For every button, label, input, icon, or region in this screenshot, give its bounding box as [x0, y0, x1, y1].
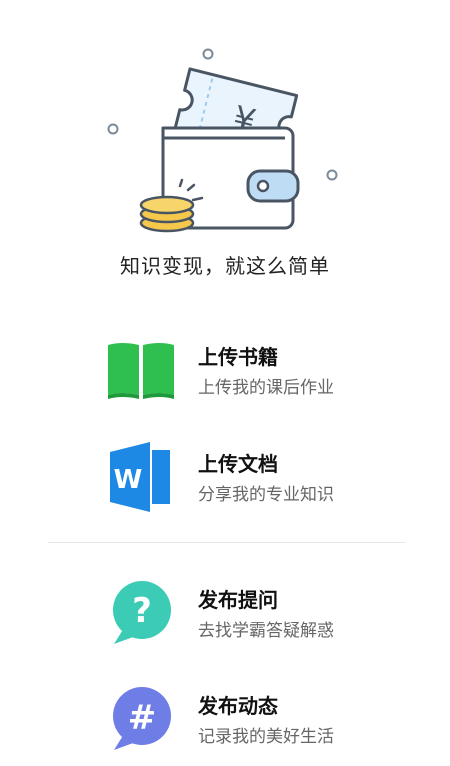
hero-illustration: ¥ 知识变现，就这么简单: [0, 0, 450, 290]
upload-document-subtitle: 分享我的专业知识: [198, 485, 334, 505]
wallet-illustration: ¥: [107, 48, 338, 233]
question-bubble-icon: ?: [106, 566, 176, 656]
decor-dot-icon: [107, 123, 119, 135]
post-update-title: 发布动态: [198, 694, 278, 718]
coin-stack-icon: [139, 195, 195, 233]
upload-book-button[interactable]: 上传书籍 上传我的课后作业: [0, 323, 450, 413]
hashtag-bubble-icon: #: [106, 672, 176, 762]
post-question-title: 发布提问: [198, 588, 278, 612]
upload-document-button[interactable]: W 上传文档 分享我的专业知识: [0, 430, 450, 520]
post-update-subtitle: 记录我的美好生活: [198, 727, 334, 747]
green-book-icon: [106, 323, 176, 413]
decor-dot-icon: [326, 169, 338, 181]
svg-text:#: #: [128, 698, 157, 738]
upload-document-title: 上传文档: [198, 452, 278, 476]
upload-book-subtitle: 上传我的课后作业: [198, 378, 334, 398]
section-divider: [48, 542, 406, 543]
post-question-subtitle: 去找学霸答疑解惑: [198, 621, 334, 641]
svg-text:?: ?: [132, 591, 152, 631]
post-update-button[interactable]: # 发布动态 记录我的美好生活: [0, 672, 450, 762]
decor-dot-icon: [202, 48, 214, 60]
svg-text:W: W: [114, 465, 143, 495]
word-document-icon: W: [106, 430, 176, 520]
tagline: 知识变现，就这么简单: [120, 254, 330, 278]
post-question-button[interactable]: ? 发布提问 去找学霸答疑解惑: [0, 566, 450, 656]
upload-book-title: 上传书籍: [198, 345, 278, 369]
